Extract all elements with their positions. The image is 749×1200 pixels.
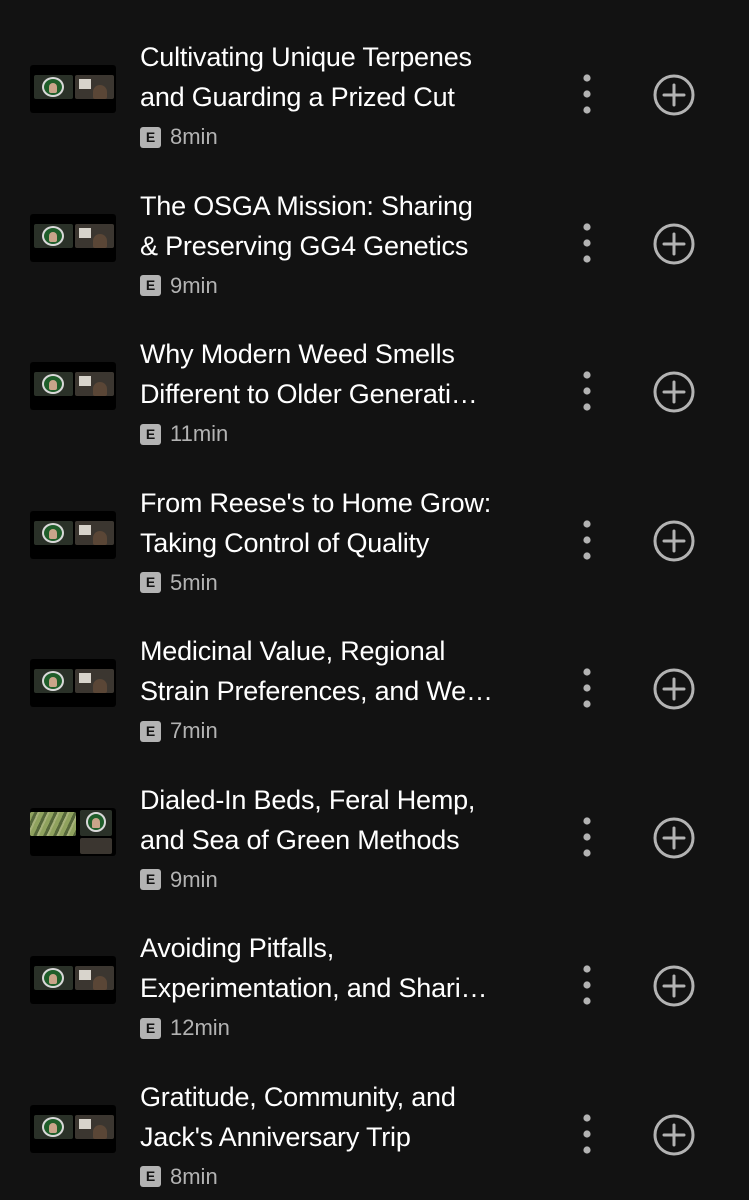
explicit-badge: E [140,572,161,593]
episode-meta: E 8min [140,123,218,151]
episode-title-line-2: & Preserving GG4 Genetics [140,230,469,261]
episode-row-1[interactable]: Cultivating Unique Terpenes and Guarding… [0,7,749,155]
more-vertical-icon[interactable] [571,368,603,414]
episode-row-8[interactable]: Gratitude, Community, and Jack's Anniver… [0,1047,749,1195]
episode-duration: 8min [170,1163,218,1189]
episode-title[interactable]: Why Modern Weed Smells Different to Olde… [140,334,535,414]
episode-title-line-1: The OSGA Mission: Sharing [140,190,473,221]
episode-duration: 5min [170,569,218,595]
episode-meta: E 5min [140,569,218,597]
episode-title-line-1: Gratitude, Community, and [140,1081,456,1112]
episode-title-line-2: and Guarding a Prized Cut [140,82,455,112]
episode-meta: E 12min [140,1014,230,1042]
episode-duration: 9min [170,866,218,892]
episode-row-6[interactable]: Dialed-In Beds, Feral Hemp, and Sea of G… [0,750,749,898]
explicit-badge: E [140,720,161,742]
thumbnail-tile-right [75,669,114,693]
episode-thumbnail[interactable] [30,1104,116,1153]
episode-title-line-2: and Sea of Green Methods [140,824,460,855]
episode-title[interactable]: Medicinal Value, Regional Strain Prefere… [140,631,535,711]
episode-title-line-1: Medicinal Value, Regional [140,636,446,666]
more-vertical-icon[interactable] [571,962,603,1008]
explicit-badge: E [140,275,161,296]
episode-title-line-2: Different to Older Generati… [140,379,478,409]
more-vertical-icon[interactable] [571,814,603,860]
episode-title-line-1: Dialed-In Beds, Feral Hemp, [140,784,476,815]
explicit-badge: E [140,423,161,445]
explicit-badge: E [140,126,161,148]
add-circle-icon[interactable] [652,222,696,266]
add-circle-icon[interactable] [652,1113,696,1157]
thumbnail-tile-right [75,75,114,99]
add-circle-icon[interactable] [652,370,696,414]
episode-thumbnail[interactable] [30,362,116,410]
episode-title-line-2: Taking Control of Quality [140,527,430,558]
thumbnail-tile-right [75,520,114,545]
more-vertical-icon[interactable] [571,71,603,117]
episode-duration: 9min [170,272,218,298]
explicit-badge: E [140,1017,161,1039]
add-circle-icon[interactable] [652,73,696,117]
thumbnail-tile-left [34,223,73,248]
episode-meta: E 9min [140,272,218,300]
episode-row-7[interactable]: Avoiding Pitfalls, Experimentation, and … [0,898,749,1046]
thumbnail-tile-left [34,520,73,545]
thumbnail-tile-left [34,669,73,693]
thumbnail-tile-left [30,811,76,836]
thumbnail-tile-right [75,966,114,990]
episode-row-4[interactable]: From Reese's to Home Grow: Taking Contro… [0,453,749,601]
thumbnail-tile-left [34,1114,73,1139]
thumbnail-tile-left [34,75,73,99]
episode-title-line-1: Why Modern Weed Smells [140,339,455,369]
episode-row-3[interactable]: Why Modern Weed Smells Different to Olde… [0,304,749,452]
explicit-badge: E [140,869,161,890]
episode-title[interactable]: Dialed-In Beds, Feral Hemp, and Sea of G… [140,780,535,860]
episode-meta: E 7min [140,717,218,745]
episode-title-line-1: From Reese's to Home Grow: [140,487,492,518]
more-vertical-icon[interactable] [571,220,603,266]
thumbnail-tile-left [34,966,73,990]
explicit-badge: E [140,1166,161,1187]
episode-duration: 12min [170,1015,230,1040]
add-circle-icon[interactable] [652,519,696,563]
episode-thumbnail[interactable] [30,510,116,559]
episode-title[interactable]: The OSGA Mission: Sharing & Preserving G… [140,186,535,266]
episode-title-line-1: Avoiding Pitfalls, [140,933,335,963]
thumbnail-tile-right [75,223,114,248]
episode-thumbnail[interactable] [30,213,116,262]
episode-title-line-1: Cultivating Unique Terpenes [140,42,472,72]
episode-duration: 7min [170,718,218,743]
episode-row-5[interactable]: Medicinal Value, Regional Strain Prefere… [0,601,749,749]
episode-thumbnail[interactable] [30,807,116,856]
episode-title[interactable]: Cultivating Unique Terpenes and Guarding… [140,37,535,117]
episode-title-line-2: Strain Preferences, and We… [140,676,493,706]
add-circle-icon[interactable] [652,816,696,860]
thumbnail-tile-left [34,372,73,396]
add-circle-icon[interactable] [652,964,696,1008]
episode-duration: 8min [170,124,218,149]
thumbnail-tile-right [75,372,114,396]
thumbnail-tile-extra [80,837,112,854]
episode-thumbnail[interactable] [30,65,116,113]
episode-title[interactable]: From Reese's to Home Grow: Taking Contro… [140,483,535,563]
episode-duration: 11min [170,421,229,446]
episode-title-line-2: Jack's Anniversary Trip [140,1121,411,1152]
episode-title-line-2: Experimentation, and Shari… [140,973,488,1003]
thumbnail-tile-right [80,809,112,836]
episode-thumbnail[interactable] [30,659,116,707]
more-vertical-icon[interactable] [571,517,603,563]
more-vertical-icon[interactable] [571,665,603,711]
episode-meta: E 9min [140,866,218,894]
thumbnail-tile-right [75,1114,114,1139]
episode-meta: E 8min [140,1163,218,1191]
episode-meta: E 11min [140,420,228,448]
episode-title[interactable]: Gratitude, Community, and Jack's Anniver… [140,1077,535,1157]
episode-thumbnail[interactable] [30,956,116,1004]
episode-row-2[interactable]: The OSGA Mission: Sharing & Preserving G… [0,156,749,304]
more-vertical-icon[interactable] [571,1111,603,1157]
episode-title[interactable]: Avoiding Pitfalls, Experimentation, and … [140,928,535,1008]
add-circle-icon[interactable] [652,667,696,711]
